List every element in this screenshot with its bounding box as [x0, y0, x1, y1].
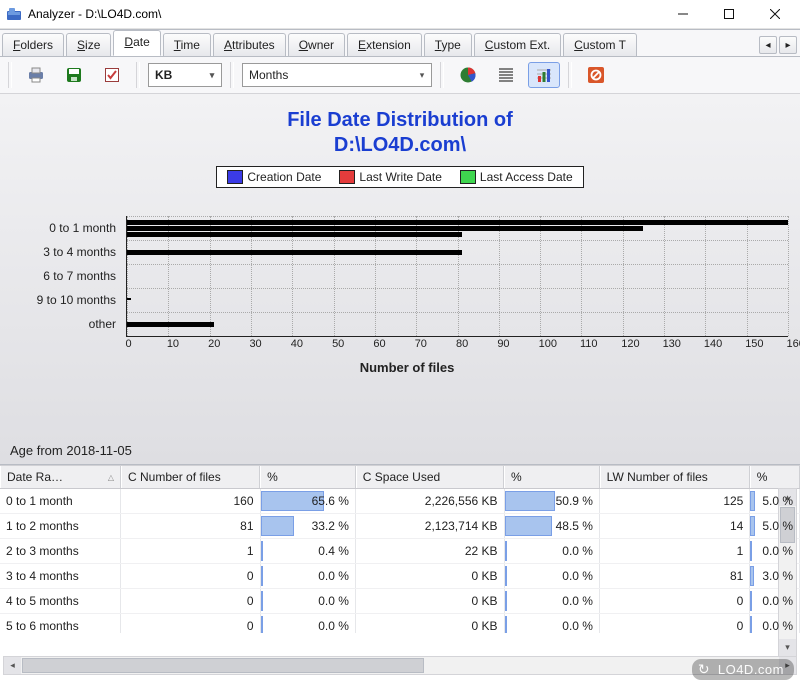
app-icon — [6, 6, 22, 22]
tab-custom-ext-[interactable]: Custom Ext. — [474, 33, 561, 56]
table-row[interactable]: 4 to 5 months00.0 %0 KB0.0 %00.0 % — [0, 589, 800, 614]
y-tick-label: 6 to 7 months — [26, 264, 116, 288]
tab-owner[interactable]: Owner — [288, 33, 345, 56]
column-header[interactable]: LW Number of files — [600, 466, 750, 488]
x-tick-label: 140 — [704, 338, 705, 350]
column-header[interactable]: C Space Used — [356, 466, 504, 488]
unit-select-value: KB — [155, 68, 172, 82]
titlebar: Analyzer - D:\LO4D.com\ — [0, 0, 800, 29]
bar-creation-date — [127, 220, 788, 225]
bar-last-write-date — [127, 322, 214, 327]
scroll-down-icon[interactable]: ▾ — [779, 639, 796, 656]
y-tick-label: other — [26, 312, 116, 336]
save-button[interactable] — [58, 62, 90, 88]
x-tick-label: 100 — [539, 338, 540, 350]
grid-header[interactable]: Date Ra…△C Number of files%C Space Used%… — [0, 465, 800, 489]
table-row[interactable]: 0 to 1 month16065.6 %2,226,556 KB50.9 %1… — [0, 489, 800, 514]
x-axis-title: Number of files — [26, 360, 788, 375]
tab-type[interactable]: Type — [424, 33, 472, 56]
table-row[interactable]: 2 to 3 months10.4 %22 KB0.0 %10.0 % — [0, 539, 800, 564]
maximize-button[interactable] — [706, 0, 752, 28]
x-tick-label: 120 — [621, 338, 622, 350]
print-button[interactable] — [20, 62, 52, 88]
bar-view-button[interactable] — [528, 62, 560, 88]
scroll-thumb[interactable] — [22, 658, 424, 673]
grouping-select-value: Months — [249, 68, 288, 82]
pie-view-button[interactable] — [452, 62, 484, 88]
toolbar: KB ▾ Months ▾ — [0, 57, 800, 94]
x-tick-label: 20 — [208, 338, 209, 350]
tab-attributes[interactable]: Attributes — [213, 33, 286, 56]
bar-last-write-date — [127, 250, 462, 255]
table-row[interactable]: 3 to 4 months00.0 %0 KB0.0 %813.0 % — [0, 564, 800, 589]
window-controls — [660, 0, 798, 28]
window-title: Analyzer - D:\LO4D.com\ — [28, 7, 161, 21]
legend-last-write: Last Write Date — [359, 170, 441, 184]
chevron-down-icon: ▾ — [205, 70, 219, 81]
unit-select[interactable]: KB ▾ — [148, 63, 222, 87]
tab-size[interactable]: Size — [66, 33, 111, 56]
scroll-left-icon[interactable]: ◂ — [4, 657, 21, 674]
x-tick-label: 60 — [373, 338, 374, 350]
tab-time[interactable]: Time — [163, 33, 211, 56]
x-tick-label: 90 — [497, 338, 498, 350]
chevron-down-icon: ▾ — [415, 70, 429, 81]
y-tick-label: 3 to 4 months — [26, 240, 116, 264]
column-header[interactable]: Date Ra…△ — [0, 466, 121, 488]
chart-note: Age from 2018-11-05 — [10, 443, 132, 458]
watermark: LO4D.com — [692, 659, 794, 680]
tab-scroll-left[interactable]: ◂ — [759, 36, 777, 54]
tab-extension[interactable]: Extension — [347, 33, 422, 56]
grouping-select[interactable]: Months ▾ — [242, 63, 432, 87]
minimize-button[interactable] — [660, 0, 706, 28]
bar-last-write-date — [127, 226, 643, 231]
table-row[interactable]: 1 to 2 months8133.2 %2,123,714 KB48.5 %1… — [0, 514, 800, 539]
x-tick-label: 50 — [332, 338, 333, 350]
column-header[interactable]: % — [260, 466, 356, 488]
x-tick-label: 130 — [663, 338, 664, 350]
bar-last-access-date — [127, 232, 462, 237]
x-tick-label: 160 — [787, 338, 788, 350]
x-tick-label: 10 — [167, 338, 168, 350]
column-header[interactable]: % — [504, 466, 600, 488]
plot-area: 0 to 1 month3 to 4 months6 to 7 months9 … — [26, 216, 788, 416]
close-button[interactable] — [752, 0, 798, 28]
y-tick-label: 0 to 1 month — [26, 216, 116, 240]
y-tick-label: 9 to 10 months — [26, 288, 116, 312]
x-tick-label: 110 — [580, 338, 581, 350]
tab-date[interactable]: Date — [113, 30, 160, 56]
x-tick-label: 0 — [126, 338, 127, 350]
horizontal-scrollbar[interactable]: ◂ ▸ — [3, 656, 797, 675]
tab-scroll-right[interactable]: ▸ — [779, 36, 797, 54]
tab-custom-t[interactable]: Custom T — [563, 33, 637, 56]
table-row[interactable]: 5 to 6 months00.0 %0 KB0.0 %00.0 % — [0, 614, 800, 633]
column-header[interactable]: % — [750, 466, 800, 488]
x-tick-label: 70 — [415, 338, 416, 350]
stop-button[interactable] — [580, 62, 612, 88]
column-header[interactable]: C Number of files — [121, 466, 260, 488]
tabstrip: FoldersSizeDateTimeAttributesOwnerExtens… — [0, 29, 800, 57]
data-grid: Date Ra…△C Number of files%C Space Used%… — [0, 465, 800, 633]
options-button[interactable] — [96, 62, 128, 88]
tab-folders[interactable]: Folders — [2, 33, 64, 56]
bar-last-write-date — [127, 298, 131, 300]
chart-pane: File Date Distribution of D:\LO4D.com\ C… — [0, 94, 800, 465]
x-tick-label: 80 — [456, 338, 457, 350]
chart-title: File Date Distribution of D:\LO4D.com\ — [0, 94, 800, 158]
x-tick-label: 150 — [745, 338, 746, 350]
list-view-button[interactable] — [490, 62, 522, 88]
legend-last-access: Last Access Date — [480, 170, 573, 184]
x-tick-label: 40 — [291, 338, 292, 350]
chart-legend: Creation Date Last Write Date Last Acces… — [216, 166, 583, 188]
x-tick-label: 30 — [249, 338, 250, 350]
legend-creation: Creation Date — [247, 170, 321, 184]
